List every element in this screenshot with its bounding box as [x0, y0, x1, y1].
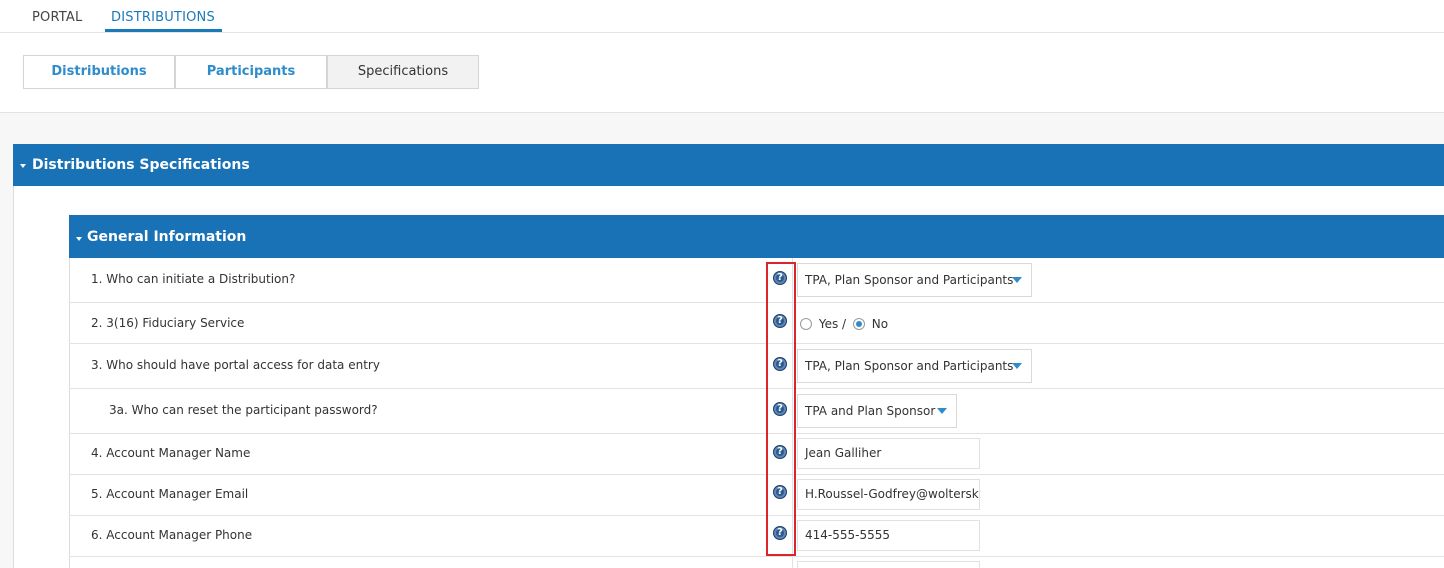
form-row-portal-access: 3. Who should have portal access for dat… — [69, 344, 1444, 389]
form-row-account-manager-name: 4. Account Manager Name ? Jean Galliher — [69, 434, 1444, 475]
account-manager-phone-input[interactable]: 414-555-5555 — [797, 520, 980, 551]
section-title: General Information — [87, 229, 247, 245]
account-manager-email-input[interactable]: H.Roussel-Godfrey@woltersk — [797, 479, 980, 510]
form-row-reset-password: 3a. Who can reset the participant passwo… — [69, 389, 1444, 434]
dropdown-arrow-icon — [1012, 277, 1022, 283]
reset-password-select[interactable]: TPA and Plan Sponsor — [797, 394, 957, 428]
row-label: 2. 3(16) Fiduciary Service — [91, 316, 245, 330]
general-information-header[interactable]: General Information — [69, 215, 1444, 258]
panel-title: Distributions Specifications — [32, 157, 250, 173]
radio-yes[interactable] — [800, 318, 812, 330]
form-row-next — [69, 557, 1444, 568]
row-label: 3a. Who can reset the participant passwo… — [109, 403, 378, 417]
portal-access-select[interactable]: TPA, Plan Sponsor and Participants — [797, 349, 1032, 383]
nav-active-indicator — [105, 29, 222, 32]
select-value: TPA, Plan Sponsor and Participants — [805, 359, 1014, 373]
radio-no[interactable] — [852, 318, 865, 330]
form-row-fiduciary-service: 2. 3(16) Fiduciary Service ? Yes / No — [69, 303, 1444, 344]
distributions-specifications-header[interactable]: Distributions Specifications — [13, 144, 1444, 186]
nav-portal[interactable]: PORTAL — [32, 10, 82, 25]
top-navigation: PORTAL DISTRIBUTIONS — [0, 0, 1444, 33]
row-label: 1. Who can initiate a Distribution? — [91, 272, 296, 286]
row-label: 4. Account Manager Name — [91, 446, 251, 460]
form-row-account-manager-phone: 6. Account Manager Phone ? 414-555-5555 — [69, 516, 1444, 557]
next-input[interactable] — [797, 561, 980, 568]
account-manager-name-input[interactable]: Jean Galliher — [797, 438, 980, 469]
collapse-caret-icon — [76, 237, 82, 241]
radio-no-label: No — [871, 317, 889, 331]
row-label: 6. Account Manager Phone — [91, 528, 253, 542]
row-label: 5. Account Manager Email — [91, 487, 249, 501]
select-value: TPA and Plan Sponsor — [805, 404, 936, 418]
form-row-initiate-distribution: 1. Who can initiate a Distribution? ? TP… — [69, 258, 1444, 303]
nav-distributions[interactable]: DISTRIBUTIONS — [111, 10, 215, 25]
select-value: TPA, Plan Sponsor and Participants — [805, 273, 1014, 287]
dropdown-arrow-icon — [937, 408, 947, 414]
dropdown-arrow-icon — [1012, 363, 1022, 369]
tab-specifications[interactable]: Specifications — [327, 55, 479, 89]
tab-distributions[interactable]: Distributions — [23, 55, 175, 89]
subtab-bar: Distributions Participants Specification… — [0, 33, 1444, 113]
column-divider — [792, 557, 793, 568]
radio-yes-label: Yes / — [818, 317, 847, 331]
form-row-account-manager-email: 5. Account Manager Email ? H.Roussel-God… — [69, 475, 1444, 516]
fiduciary-radio-group: Yes / No — [800, 317, 891, 331]
help-icons-highlight-box — [766, 262, 796, 556]
initiate-distribution-select[interactable]: TPA, Plan Sponsor and Participants — [797, 263, 1032, 297]
row-label: 3. Who should have portal access for dat… — [91, 358, 380, 372]
collapse-caret-icon — [20, 164, 26, 168]
tab-participants[interactable]: Participants — [175, 55, 327, 89]
